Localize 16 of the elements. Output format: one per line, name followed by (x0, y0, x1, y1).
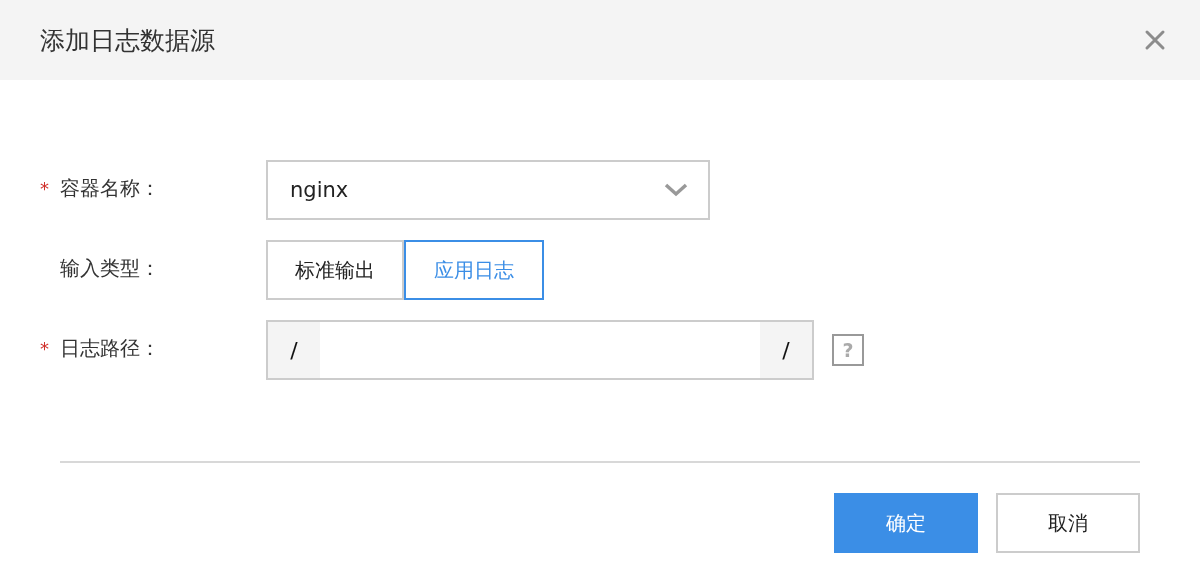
field-label: 日志路径： (60, 334, 160, 362)
chevron-down-icon (664, 183, 688, 197)
field-label: 容器名称： (60, 174, 160, 202)
path-prefix: / (268, 322, 320, 378)
log-path-field[interactable]: / / (266, 320, 814, 380)
close-button[interactable] (1144, 29, 1166, 51)
close-icon (1144, 29, 1166, 51)
container-select[interactable]: nginx (266, 160, 710, 220)
path-suffix: / (760, 322, 812, 378)
required-mark: * (40, 177, 50, 199)
dialog-title: 添加日志数据源 (40, 24, 215, 57)
required-mark: * (40, 337, 50, 359)
field-label: 输入类型： (60, 254, 160, 282)
cancel-button[interactable]: 取消 (996, 493, 1140, 553)
input-type-option[interactable]: 标准输出 (266, 240, 404, 300)
select-value: nginx (290, 178, 349, 202)
